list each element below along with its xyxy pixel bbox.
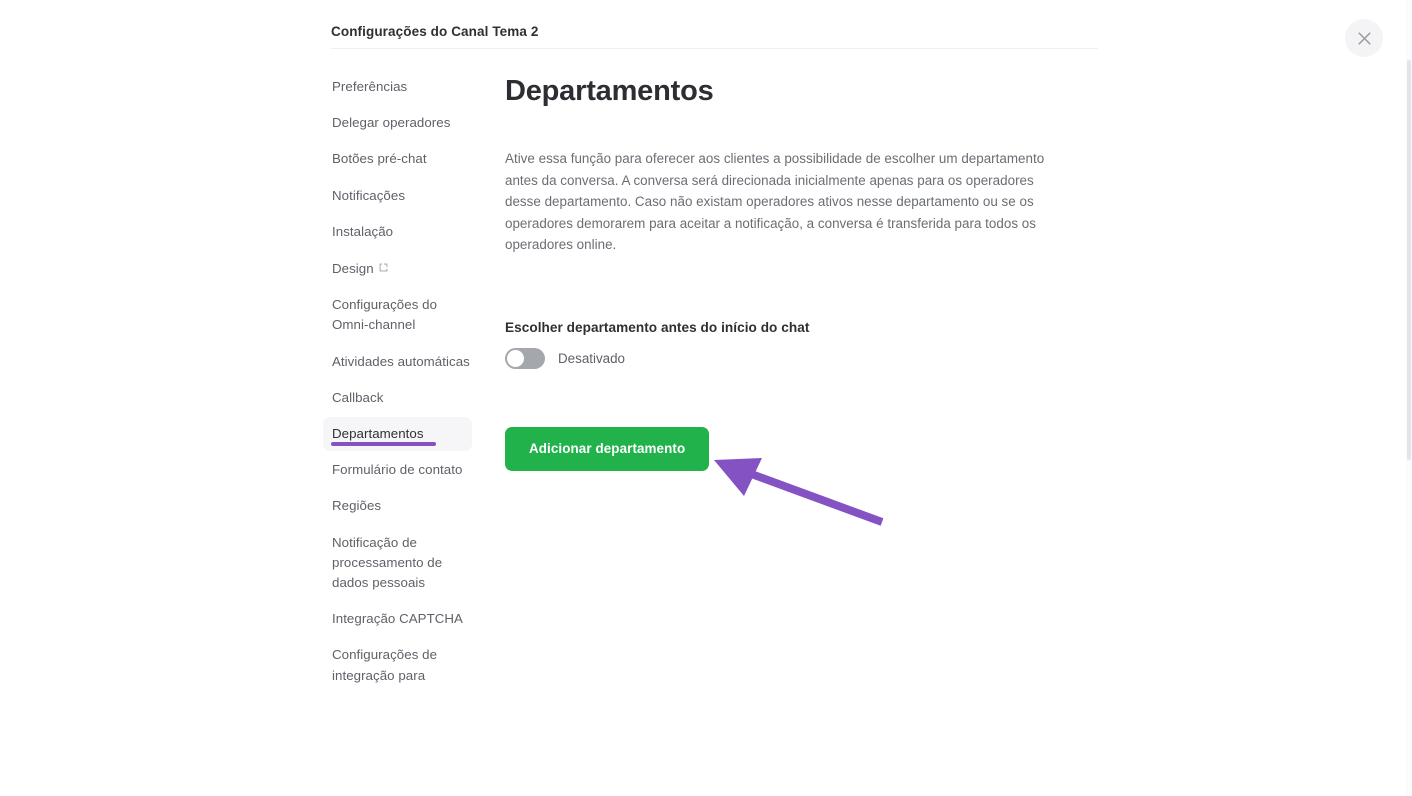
toggle-state-label: Desativado [558, 350, 625, 366]
sidebar-item-label: Design [332, 261, 374, 277]
sidebar-item-label: Callback [332, 389, 384, 405]
sidebar-item-notifica-es[interactable]: Notificações [323, 179, 483, 213]
sidebar-item-design[interactable]: Design [323, 251, 483, 286]
page-scrollbar-track[interactable] [1406, 0, 1412, 796]
settings-modal: Configurações do Canal Tema 2 Preferênci… [0, 0, 1412, 796]
sidebar-item-label: Instalação [332, 223, 394, 239]
sidebar-item-departamentos[interactable]: Departamentos [323, 417, 472, 452]
page-scrollbar-thumb[interactable] [1407, 60, 1411, 460]
sidebar-item-label: Preferências [332, 79, 408, 94]
sidebar-item-configura-es-de-integra-o-para[interactable]: Configurações de integração para [323, 638, 483, 692]
sidebar-item-label: Atividades automáticas [332, 353, 470, 369]
sidebar-item-label: Formulário de contato [332, 462, 463, 478]
sidebar-item-bot-es-pr-chat[interactable]: Botões pré-chat [323, 142, 483, 176]
annotation-underline [331, 442, 436, 447]
toggle-section-label: Escolher departamento antes do início do… [505, 319, 810, 335]
sidebar-item-label: Botões pré-chat [332, 151, 427, 167]
main-content: Departamentos Ative essa função para ofe… [505, 72, 1065, 471]
page-description: Ative essa função para oferecer aos clie… [505, 151, 1045, 252]
sidebar-item-label: Notificações [332, 187, 406, 203]
sidebar-item-callback[interactable]: Callback [323, 381, 483, 415]
external-link-icon [379, 258, 388, 278]
sidebar-item-integra-o-captcha[interactable]: Integração CAPTCHA [323, 602, 483, 636]
settings-sidebar: Preferências Delegar operadores Botões pré… [323, 70, 483, 796]
sidebar-item-label: Regiões [332, 498, 382, 514]
page-title: Departamentos [505, 75, 714, 107]
sidebar-item-regi-es[interactable]: Regiões [323, 489, 483, 523]
sidebar-item-label: Configurações de integração para [332, 647, 438, 683]
sidebar-item-label: Configurações do Omni-channel [332, 297, 438, 333]
toggle-knob [507, 349, 524, 367]
sidebar-item-label: Departamentos [332, 426, 424, 442]
sidebar-item-label: Delegar operadores [332, 115, 451, 131]
close-button[interactable] [1345, 19, 1383, 57]
sidebar-item-formul-rio-de-contato[interactable]: Formulário de contato [323, 453, 483, 487]
modal-title: Configurações do Canal Tema 2 [331, 24, 539, 39]
sidebar-item-prefer-ncias[interactable]: Preferências [323, 70, 483, 104]
add-department-button[interactable]: Adicionar departamento [505, 426, 710, 471]
modal-header: Configurações do Canal Tema 2 [331, 22, 1098, 49]
sidebar-item-delegar-operadores[interactable]: Delegar operadores [323, 106, 483, 140]
sidebar-item-atividades-autom-ticas[interactable]: Atividades automáticas [323, 345, 483, 379]
sidebar-item-instala-o[interactable]: Instalação [323, 215, 483, 249]
sidebar-item-label: Integração CAPTCHA [332, 611, 463, 627]
department-toggle[interactable] [505, 347, 545, 369]
department-toggle-row: Desativado [505, 347, 1065, 369]
sidebar-item-configura-es-do-omni-channel[interactable]: Configurações do Omni-channel [323, 288, 483, 342]
close-icon [1356, 30, 1373, 47]
sidebar-item-label: Notificação de processamento de dados pe… [332, 534, 443, 591]
sidebar-item-notifica-o-de-processamento-de-dados-pessoais[interactable]: Notificação de processamento de dados pe… [323, 526, 483, 601]
